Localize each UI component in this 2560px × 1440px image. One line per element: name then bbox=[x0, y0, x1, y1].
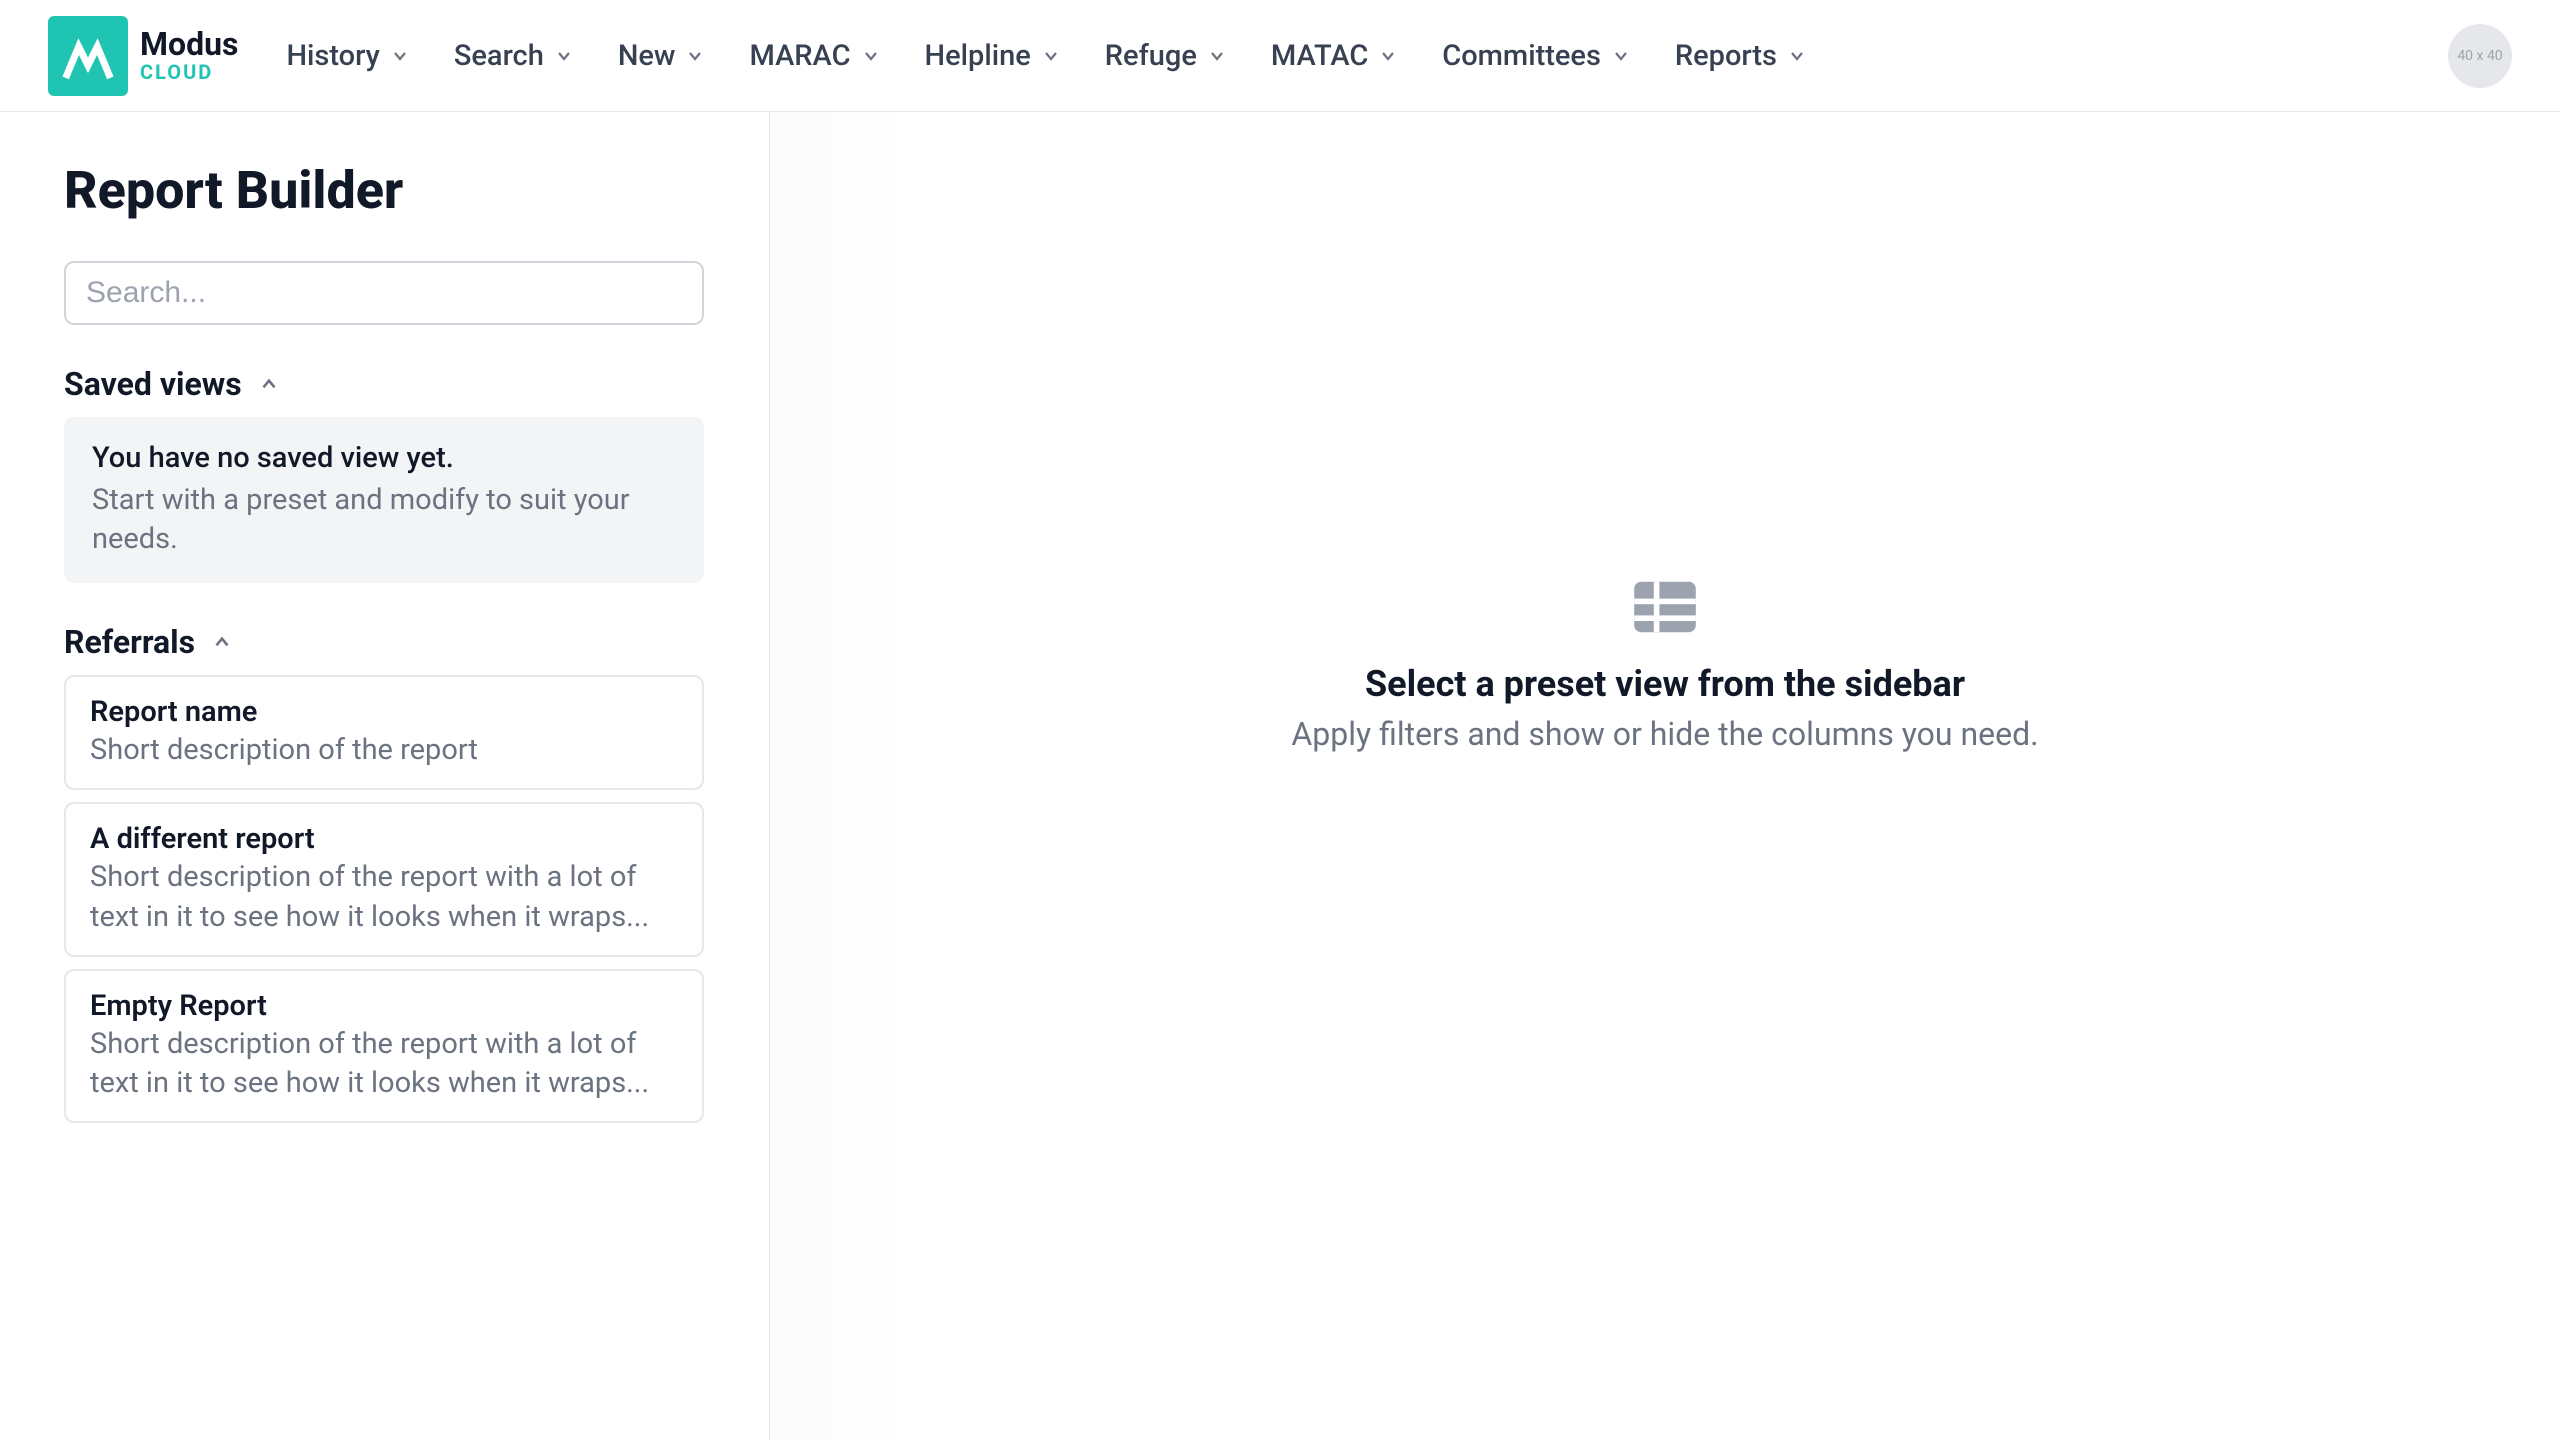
nav-item-label: New bbox=[618, 39, 676, 73]
report-card[interactable]: A different report Short description of … bbox=[64, 802, 704, 956]
nav-item-helpline[interactable]: Helpline bbox=[925, 39, 1061, 73]
chevron-down-icon bbox=[1207, 46, 1227, 66]
empty-state-subtitle: Apply filters and show or hide the colum… bbox=[1291, 715, 2038, 753]
report-desc: Short description of the report bbox=[90, 731, 678, 770]
table-icon bbox=[1629, 579, 1701, 635]
report-card[interactable]: Report name Short description of the rep… bbox=[64, 675, 704, 790]
chevron-down-icon bbox=[861, 46, 881, 66]
chevron-down-icon bbox=[1611, 46, 1631, 66]
nav-item-label: Reports bbox=[1675, 39, 1777, 73]
nav-item-committees[interactable]: Committees bbox=[1442, 39, 1631, 73]
page-title: Report Builder bbox=[64, 160, 705, 221]
nav-item-reports[interactable]: Reports bbox=[1675, 39, 1807, 73]
report-desc: Short description of the report with a l… bbox=[90, 1025, 678, 1103]
logo[interactable]: Modus CLOUD bbox=[48, 16, 238, 96]
chevron-down-icon bbox=[554, 46, 574, 66]
nav-item-label: History bbox=[286, 39, 379, 73]
brand-sub: CLOUD bbox=[140, 62, 238, 83]
nav-item-refuge[interactable]: Refuge bbox=[1105, 39, 1227, 73]
empty-state-title: Select a preset view from the sidebar bbox=[1291, 663, 2038, 705]
search-input[interactable] bbox=[64, 261, 704, 325]
report-title: A different report bbox=[90, 822, 678, 856]
nav-item-label: MARAC bbox=[749, 39, 850, 73]
nav-item-matac[interactable]: MATAC bbox=[1271, 39, 1398, 73]
nav-item-label: MATAC bbox=[1271, 39, 1368, 73]
nav-item-label: Search bbox=[454, 39, 544, 73]
report-title: Report name bbox=[90, 695, 678, 729]
section-label: Referrals bbox=[64, 623, 195, 661]
chevron-up-icon bbox=[258, 373, 280, 395]
nav-item-label: Helpline bbox=[925, 39, 1031, 73]
saved-views-empty-notice: You have no saved view yet. Start with a… bbox=[64, 417, 704, 583]
nav-item-search[interactable]: Search bbox=[454, 39, 574, 73]
nav-item-new[interactable]: New bbox=[618, 39, 706, 73]
report-title: Empty Report bbox=[90, 989, 678, 1023]
chevron-down-icon bbox=[1041, 46, 1061, 66]
nav-item-label: Refuge bbox=[1105, 39, 1197, 73]
chevron-up-icon bbox=[211, 631, 233, 653]
chevron-down-icon bbox=[1378, 46, 1398, 66]
chevron-down-icon bbox=[1787, 46, 1807, 66]
nav-item-history[interactable]: History bbox=[286, 39, 409, 73]
chevron-down-icon bbox=[685, 46, 705, 66]
empty-state: Select a preset view from the sidebar Ap… bbox=[1291, 579, 2038, 753]
logo-text: Modus CLOUD bbox=[140, 28, 238, 83]
section-referrals-header[interactable]: Referrals bbox=[64, 623, 705, 661]
section-saved-views-header[interactable]: Saved views bbox=[64, 365, 705, 403]
section-label: Saved views bbox=[64, 365, 242, 403]
brand-name: Modus bbox=[140, 28, 238, 62]
nav-item-label: Committees bbox=[1442, 39, 1601, 73]
nav-item-marac[interactable]: MARAC bbox=[749, 39, 880, 73]
main: Report Builder Saved views You have no s… bbox=[0, 112, 2560, 1440]
avatar[interactable]: 40 x 40 bbox=[2448, 24, 2512, 88]
report-card[interactable]: Empty Report Short description of the re… bbox=[64, 969, 704, 1123]
header: Modus CLOUD History Search New MARAC bbox=[0, 0, 2560, 112]
sidebar: Report Builder Saved views You have no s… bbox=[0, 112, 770, 1440]
main-nav: History Search New MARAC Helpline bbox=[286, 39, 2448, 73]
chevron-down-icon bbox=[390, 46, 410, 66]
notice-subtext: Start with a preset and modify to suit y… bbox=[92, 481, 676, 559]
content-area: Select a preset view from the sidebar Ap… bbox=[770, 112, 2560, 1440]
logo-mark-icon bbox=[48, 16, 128, 96]
report-desc: Short description of the report with a l… bbox=[90, 858, 678, 936]
notice-heading: You have no saved view yet. bbox=[92, 441, 676, 475]
avatar-placeholder: 40 x 40 bbox=[2457, 48, 2502, 64]
